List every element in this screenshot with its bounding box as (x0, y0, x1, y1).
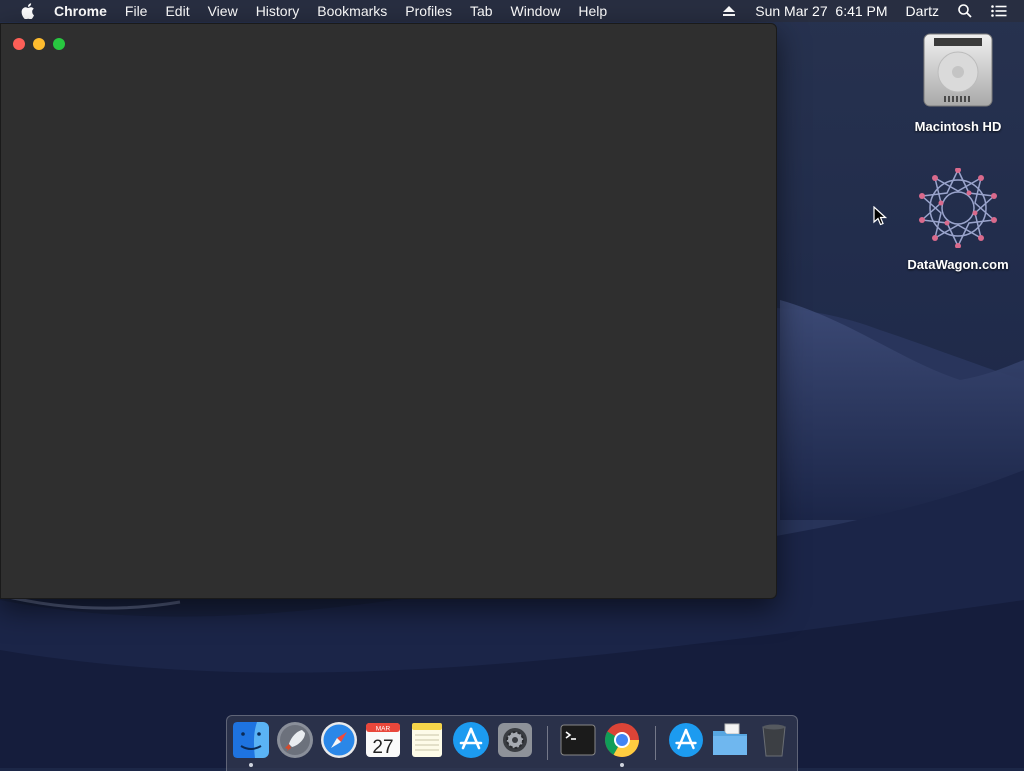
notes-icon (412, 723, 442, 757)
dock-notes[interactable] (408, 721, 446, 759)
dock-terminal[interactable] (559, 721, 597, 759)
dock-system-preferences[interactable] (496, 721, 534, 759)
dock-documents-folder[interactable] (711, 721, 749, 759)
menu-window[interactable]: Window (502, 0, 570, 22)
dock-launchpad[interactable] (276, 721, 314, 759)
menu-help[interactable]: Help (569, 0, 616, 22)
dock-separator (547, 726, 548, 760)
trash-icon (762, 724, 786, 757)
menu-file[interactable]: File (116, 0, 157, 22)
desktop-icon-label: Macintosh HD (914, 119, 1002, 134)
dock-safari[interactable] (320, 721, 358, 759)
menu-edit[interactable]: Edit (156, 0, 198, 22)
calendar-day: 27 (372, 737, 393, 758)
chrome-icon (605, 723, 639, 757)
dock-finder[interactable] (232, 721, 270, 767)
running-indicator (249, 763, 253, 767)
chrome-window[interactable] (0, 23, 777, 599)
calendar-month: MAR (376, 726, 391, 733)
maximize-button[interactable] (53, 38, 65, 50)
dock-app-store[interactable] (452, 721, 490, 759)
folder-icon (713, 723, 747, 755)
dock-calendar[interactable]: MAR 27 (364, 721, 402, 759)
eject-icon[interactable] (718, 0, 740, 22)
app-store-icon (453, 722, 489, 758)
dock-applications-folder[interactable] (667, 721, 705, 759)
menu-bar-status-area: Sun Mar 27 6:41 PM Dartz (712, 0, 1024, 22)
close-button[interactable] (13, 38, 25, 50)
hard-drive-icon (923, 33, 993, 107)
finder-icon (233, 722, 269, 758)
network-star-icon (919, 167, 997, 249)
menu-history[interactable]: History (247, 0, 309, 22)
apple-menu-icon[interactable] (20, 3, 36, 19)
calendar-icon: MAR 27 (366, 723, 400, 758)
running-indicator (620, 763, 624, 767)
desktop-icon-label: DataWagon.com (907, 257, 1009, 272)
menu-view[interactable]: View (199, 0, 247, 22)
menu-bookmarks[interactable]: Bookmarks (308, 0, 396, 22)
applications-folder-icon (669, 723, 703, 757)
dock-separator (655, 726, 656, 760)
launchpad-rocket-icon (277, 722, 313, 758)
dock-trash[interactable] (755, 721, 793, 759)
menu-app-name[interactable]: Chrome (54, 0, 116, 22)
dock: MAR 27 (226, 715, 798, 771)
spotlight-search-icon[interactable] (954, 0, 976, 22)
system-preferences-gear-icon (498, 723, 532, 757)
minimize-button[interactable] (33, 38, 45, 50)
safari-compass-icon (321, 722, 357, 758)
menu-profiles[interactable]: Profiles (396, 0, 461, 22)
terminal-icon (560, 724, 596, 756)
menu-tab[interactable]: Tab (461, 0, 502, 22)
menu-bar: Chrome File Edit View History Bookmarks … (0, 0, 1024, 22)
desktop-icon-datawagon[interactable]: DataWagon.com (903, 167, 1013, 272)
notification-center-icon[interactable] (988, 0, 1010, 22)
window-controls (13, 38, 65, 50)
desktop-icon-macintosh-hd[interactable]: Macintosh HD (903, 30, 1013, 134)
dock-chrome[interactable] (603, 721, 641, 767)
menu-clock[interactable]: Sun Mar 27 6:41 PM (746, 0, 896, 22)
menu-user[interactable]: Dartz (897, 0, 948, 22)
mouse-cursor-icon (873, 206, 887, 226)
